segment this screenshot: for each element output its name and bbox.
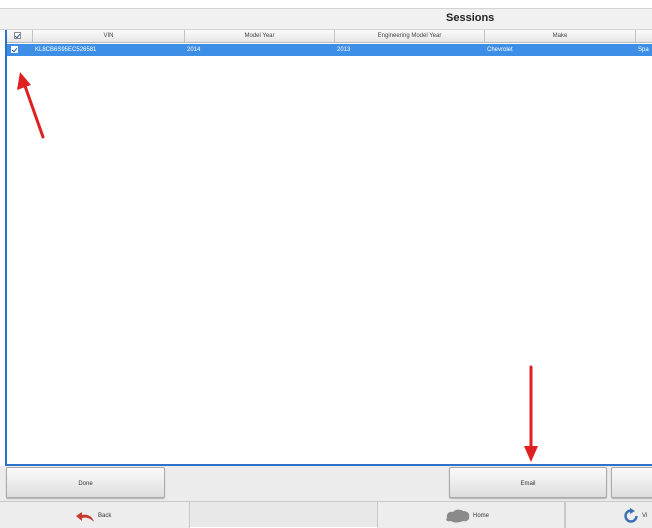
column-header-make[interactable]: Make: [485, 30, 636, 42]
cell-engineering-model-year: 2013: [337, 47, 351, 53]
email-button[interactable]: Email: [449, 467, 607, 498]
annotation-arrow-icon: [17, 72, 45, 139]
view-label: Vi: [642, 513, 648, 519]
bottom-nav: Back Home Vi: [0, 501, 652, 528]
done-button-label: Done: [78, 481, 93, 487]
select-all-header[interactable]: [7, 30, 33, 42]
cell-vin: KL8CB6S95EC526581: [35, 47, 97, 53]
table-row[interactable]: KL8CB6S95EC526581 2014 2013 Chevrolet Sp…: [7, 44, 652, 56]
home-icon: [446, 509, 470, 523]
column-header-next[interactable]: [636, 30, 652, 42]
table-header: VIN Model Year Engineering Model Year Ma…: [7, 30, 652, 43]
view-button[interactable]: Vi: [565, 502, 652, 528]
refresh-icon: [624, 508, 638, 523]
home-label: Home: [473, 513, 490, 519]
cell-model: Spa: [638, 47, 649, 53]
cell-make: Chevrolet: [487, 47, 513, 53]
column-header-engineering-model-year[interactable]: Engineering Model Year: [335, 30, 485, 42]
column-header-model-year[interactable]: Model Year: [185, 30, 335, 42]
sessions-table: VIN Model Year Engineering Model Year Ma…: [5, 30, 652, 466]
back-button[interactable]: Back: [0, 502, 190, 528]
row-checkbox-icon[interactable]: [11, 46, 18, 53]
annotation-arrow-icon: [524, 365, 538, 462]
cell-model-year: 2014: [187, 47, 201, 53]
back-label: Back: [98, 513, 112, 519]
title-bar: Sessions: [0, 8, 652, 30]
home-button[interactable]: Home: [377, 502, 565, 528]
window-title: Sessions: [446, 12, 495, 24]
more-button[interactable]: [611, 467, 652, 498]
email-button-label: Email: [520, 481, 536, 487]
back-arrow-icon: [76, 512, 94, 522]
action-bar: Done Email: [0, 466, 652, 501]
column-header-vin[interactable]: VIN: [33, 30, 185, 42]
done-button[interactable]: Done: [6, 467, 165, 498]
select-all-checkbox-icon[interactable]: [14, 32, 21, 39]
